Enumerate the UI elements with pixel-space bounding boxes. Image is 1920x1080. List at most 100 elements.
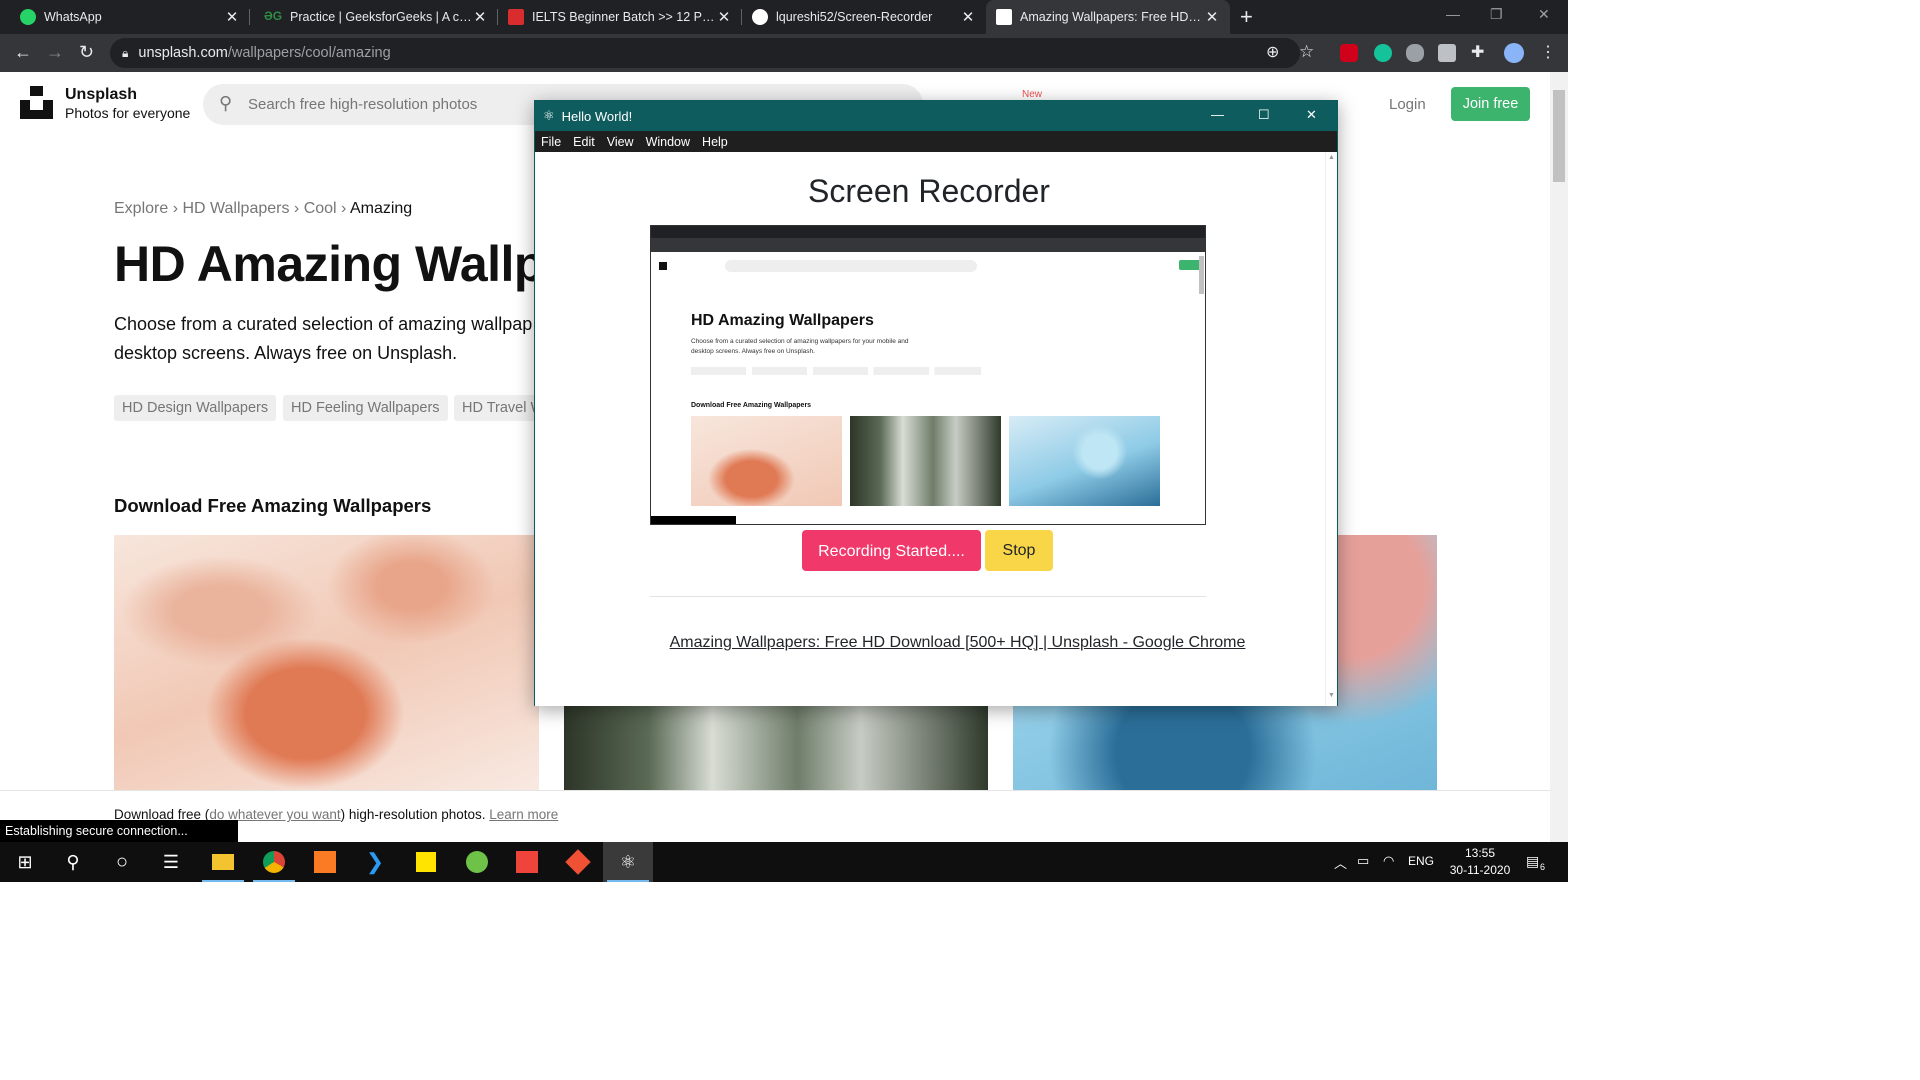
extension-cloud-icon[interactable] <box>1406 44 1424 62</box>
forward-icon[interactable]: → <box>46 42 64 63</box>
recording-start-button[interactable]: Recording Started.... <box>802 530 981 571</box>
cortana-icon[interactable]: ○ <box>97 842 147 882</box>
back-icon[interactable]: ← <box>14 42 32 63</box>
tab-github[interactable]: lqureshi52/Screen-Recorder ✕ <box>742 0 986 34</box>
app-maximize-icon[interactable]: ☐ <box>1258 107 1270 123</box>
app-close-icon[interactable]: ✕ <box>1306 107 1317 123</box>
app-scrollbar[interactable]: ▲ ▼ <box>1325 152 1337 706</box>
breadcrumb-current: Amazing <box>349 200 413 217</box>
brand-name[interactable]: Unsplash <box>65 86 137 104</box>
unsplash-logo-icon[interactable] <box>20 86 53 119</box>
preview-title: HD Amazing Wallpapers <box>691 312 874 329</box>
new-badge: New <box>1022 89 1043 100</box>
close-tab-icon[interactable]: ✕ <box>716 8 732 26</box>
language-indicator[interactable]: ENG <box>1408 854 1434 868</box>
grammarly-icon[interactable] <box>1374 44 1392 62</box>
scroll-down-icon[interactable]: ▼ <box>1328 692 1335 699</box>
preview-desc-line: desktop screens. Always free on Unsplash… <box>691 348 815 355</box>
chrome-icon[interactable] <box>249 842 299 882</box>
new-tab-icon[interactable]: + <box>1240 4 1253 30</box>
tab-title: IELTS Beginner Batch >> 12 PM & 5 PM <box>532 10 716 24</box>
tab-title: lqureshi52/Screen-Recorder <box>776 10 933 24</box>
search-input[interactable]: Search free high-resolution photos <box>248 96 477 113</box>
preview-desc: Choose from a curated selection of amazi… <box>691 337 909 357</box>
wifi-icon[interactable]: ◠ <box>1383 853 1394 869</box>
close-tab-icon[interactable]: ✕ <box>960 8 976 26</box>
sticky-notes-icon[interactable] <box>401 842 451 882</box>
preview-status <box>651 516 736 524</box>
bookmark-star-icon[interactable]: ☆ <box>1299 42 1314 62</box>
description-line: Choose from a curated selection of amazi… <box>114 314 533 334</box>
unsplash-icon <box>996 9 1012 25</box>
menu-view[interactable]: View <box>607 135 634 149</box>
url-host: unsplash.com <box>138 45 228 61</box>
page-scrollbar[interactable] <box>1550 72 1568 842</box>
electron-icon: ⚛ <box>543 108 555 123</box>
url-path: /wallpapers/cool/amazing <box>227 45 391 61</box>
chip-design[interactable]: HD Design Wallpapers <box>114 395 277 421</box>
camera-icon[interactable] <box>1438 44 1456 62</box>
menu-file[interactable]: File <box>541 135 561 149</box>
preview-search <box>725 260 977 272</box>
preview-chips <box>691 367 981 375</box>
xampp-icon[interactable] <box>300 842 350 882</box>
app-minimize-icon[interactable]: — <box>1211 107 1224 122</box>
address-bar[interactable]: 🔒︎ unsplash.com/wallpapers/cool/amazing <box>110 38 1300 68</box>
preview-scrollbar <box>1199 256 1204 294</box>
extensions-puzzle-icon[interactable]: ✚ <box>1471 42 1489 61</box>
tab-unsplash-active[interactable]: Amazing Wallpapers: Free HD Download ✕ <box>986 0 1230 34</box>
show-hidden-icons[interactable]: ︿ <box>1334 853 1347 872</box>
clock[interactable]: 13:55 30-11-2020 <box>1444 845 1516 879</box>
tab-geeksforgeeks[interactable]: ƏG Practice | GeeksforGeeks | A computer… <box>254 0 498 34</box>
electron-app-icon[interactable]: ⚛ <box>603 842 653 882</box>
photo-waterfall[interactable] <box>564 705 988 790</box>
battery-icon[interactable]: ▭ <box>1357 853 1369 869</box>
anydesk-icon[interactable] <box>502 842 552 882</box>
breadcrumb-hd-wallpapers[interactable]: HD Wallpapers <box>182 200 289 217</box>
breadcrumb-explore[interactable]: Explore <box>114 200 168 217</box>
menu-edit[interactable]: Edit <box>573 135 595 149</box>
close-tab-icon[interactable]: ✕ <box>472 8 488 26</box>
photo-flowers[interactable] <box>114 535 539 790</box>
minimize-icon[interactable]: — <box>1446 6 1460 22</box>
windows-start-icon[interactable]: ⊞ <box>0 842 50 882</box>
vscode-icon[interactable]: ❯ <box>350 842 400 882</box>
file-explorer-icon[interactable] <box>198 842 248 882</box>
tab-ielts[interactable]: IELTS Beginner Batch >> 12 PM & 5 PM ✕ <box>498 0 742 34</box>
chrome-menu-icon[interactable]: ⋮ <box>1540 42 1556 62</box>
app-menubar: File Edit View Window Help <box>535 131 1337 152</box>
preview-tabstrip <box>651 226 1205 238</box>
preview-photo-waterfall <box>850 416 1001 506</box>
close-tab-icon[interactable]: ✕ <box>224 8 240 26</box>
geeksforgeeks-icon: ƏG <box>264 9 283 23</box>
close-window-icon[interactable]: ✕ <box>1538 6 1550 23</box>
restore-icon[interactable]: ❐ <box>1490 6 1503 23</box>
preview-logo <box>659 262 667 270</box>
scroll-up-icon[interactable]: ▲ <box>1328 154 1335 161</box>
task-view-icon[interactable]: ☰ <box>146 842 196 882</box>
menu-help[interactable]: Help <box>702 135 728 149</box>
search-icon[interactable]: ⚲ <box>48 842 98 882</box>
install-icon[interactable]: ⊕ <box>1266 42 1279 62</box>
profile-avatar[interactable] <box>1504 43 1524 63</box>
menu-window[interactable]: Window <box>646 135 690 149</box>
app-titlebar[interactable]: ⚛ Hello World! — ☐ ✕ <box>535 101 1337 131</box>
reload-icon[interactable]: ↻ <box>79 42 94 63</box>
learn-more-link[interactable]: Learn more <box>489 807 558 822</box>
browser-tab-strip: WhatsApp ✕ ƏG Practice | GeeksforGeeks |… <box>0 0 1568 34</box>
page-scrollbar-thumb[interactable] <box>1553 90 1565 182</box>
app-content: Screen Recorder HD Amazing Wallpapers Ch… <box>535 152 1325 706</box>
utorrent-icon[interactable] <box>452 842 502 882</box>
chip-feeling[interactable]: HD Feeling Wallpapers <box>283 395 448 421</box>
breadcrumb-cool[interactable]: Cool <box>304 200 337 217</box>
stop-button[interactable]: Stop <box>985 530 1053 571</box>
app-heading: Screen Recorder <box>808 173 1050 209</box>
video-source-select[interactable]: Amazing Wallpapers: Free HD Download [50… <box>535 634 1380 652</box>
tab-whatsapp[interactable]: WhatsApp ✕ <box>10 0 250 34</box>
close-tab-icon[interactable]: ✕ <box>1204 8 1220 26</box>
login-link[interactable]: Login <box>1389 96 1426 113</box>
git-icon[interactable] <box>553 842 603 882</box>
section-title: Download Free Amazing Wallpapers <box>114 495 432 516</box>
join-free-button[interactable]: Join free <box>1451 87 1530 121</box>
adblock-plus-icon[interactable] <box>1340 44 1358 62</box>
